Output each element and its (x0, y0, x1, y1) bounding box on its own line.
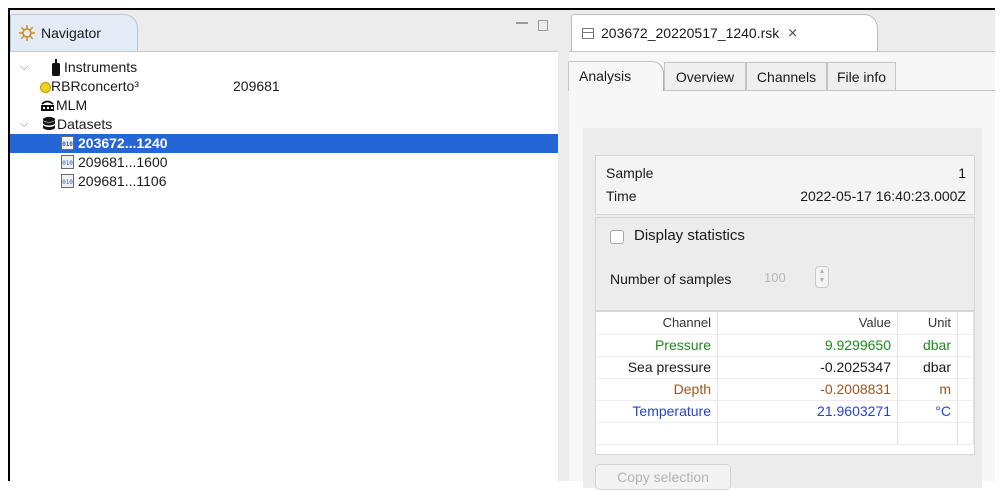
table-row[interactable]: Temperature 21.9603271 °C (596, 401, 974, 423)
tree-item-label: RBRconcerto³ (51, 78, 139, 94)
cell-spacer (958, 357, 974, 378)
display-statistics-label[interactable]: Display statistics (634, 227, 745, 244)
binary-file-icon: 010 (61, 136, 74, 150)
cell-value: 21.9603271 (718, 401, 898, 422)
cell-spacer (958, 379, 974, 400)
cell-empty (898, 423, 958, 444)
editor-body: Analysis Overview Channels File info Sam… (568, 52, 995, 490)
document-icon (582, 27, 594, 39)
cell-channel: Pressure (596, 335, 718, 356)
display-statistics-checkbox[interactable] (610, 230, 624, 244)
cell-value: -0.2008831 (718, 379, 898, 400)
header-value[interactable]: Value (718, 312, 898, 334)
sample-value: 1 (958, 165, 966, 181)
tree-item-dataset-2[interactable]: 010 209681...1600 (10, 153, 558, 172)
database-icon (43, 117, 55, 130)
chevron-down-icon[interactable]: ▼ (819, 277, 826, 284)
time-value: 2022-05-17 16:40:23.000Z (800, 188, 966, 204)
header-spacer (958, 312, 974, 334)
sample-label: Sample (606, 165, 654, 181)
editor-header: 203672_20220517_1240.rsk ⨯ (569, 10, 995, 52)
table-row-empty (596, 423, 974, 445)
navigator-header: Navigator (10, 10, 558, 52)
chevron-up-icon[interactable]: ▲ (819, 268, 826, 275)
tree-item-label: MLM (56, 97, 88, 113)
cell-empty (596, 423, 718, 444)
cell-empty (958, 423, 974, 444)
analysis-panel: Sample 1 Time 2022-05-17 16:40:23.000Z D… (583, 128, 982, 490)
statistics-box: Display statistics Number of samples 100… (595, 217, 975, 311)
close-icon[interactable]: ⨯ (787, 25, 798, 41)
tab-overview[interactable]: Overview (664, 62, 746, 90)
tree-item-dataset-3[interactable]: 010 209681...1106 (10, 172, 558, 191)
tree-item-label: 203672...1240 (78, 135, 168, 151)
tree-item-label: Datasets (57, 116, 113, 132)
status-dot-icon (40, 82, 51, 93)
minimize-icon[interactable] (516, 22, 528, 30)
cell-channel: Sea pressure (596, 357, 718, 378)
cell-value: -0.2025347 (718, 357, 898, 378)
table-row[interactable]: Depth -0.2008831 m (596, 379, 974, 401)
tab-navigator[interactable]: Navigator (10, 14, 138, 51)
cell-spacer (958, 401, 974, 422)
cell-unit: °C (898, 401, 958, 422)
navigator-pane: Navigator ⌵ Instruments RBRconcerto³ 209… (10, 10, 559, 481)
cell-channel: Temperature (596, 401, 718, 422)
cell-value: 9.9299650 (718, 335, 898, 356)
sample-info-box: Sample 1 Time 2022-05-17 16:40:23.000Z (595, 155, 975, 215)
number-of-samples-stepper[interactable]: ▲ ▼ (815, 266, 829, 288)
chevron-down-icon[interactable]: ⌵ (20, 62, 30, 73)
cell-channel: Depth (596, 379, 718, 400)
tree-item-dataset-1[interactable]: 010 203672...1240 (10, 134, 558, 153)
sample-row: Sample 1 (606, 162, 966, 184)
cell-unit: m (898, 379, 958, 400)
navigator-tree: ⌵ Instruments RBRconcerto³ 209681 MLM ⌵ (10, 58, 558, 191)
chevron-down-icon[interactable]: ⌵ (20, 119, 30, 130)
navigator-tab-label: Navigator (41, 25, 101, 41)
cell-unit: dbar (898, 335, 958, 356)
binary-file-icon: 010 (61, 155, 74, 169)
cell-empty (718, 423, 898, 444)
tab-channels[interactable]: Channels (746, 62, 827, 90)
copy-selection-button[interactable]: Copy selection (595, 464, 731, 490)
table-header: Channel Value Unit (596, 312, 974, 335)
number-of-samples-input[interactable]: 100 (760, 269, 808, 287)
time-label: Time (606, 188, 637, 204)
file-tab-label: 203672_20220517_1240.rsk (601, 25, 780, 41)
tree-item-mlm[interactable]: MLM (10, 96, 558, 115)
tree-item-rbrconcerto[interactable]: RBRconcerto³ 209681 (10, 77, 558, 96)
binary-file-icon: 010 (61, 174, 74, 188)
tab-analysis[interactable]: Analysis (568, 61, 664, 91)
tab-file[interactable]: 203672_20220517_1240.rsk ⨯ (571, 14, 878, 51)
maximize-icon[interactable] (538, 20, 548, 31)
time-row: Time 2022-05-17 16:40:23.000Z (606, 185, 966, 207)
table-row[interactable]: Sea pressure -0.2025347 dbar (596, 357, 974, 379)
mlm-icon (41, 100, 54, 111)
tree-item-label: Instruments (64, 59, 138, 75)
tree-item-label: 209681...1600 (78, 154, 168, 170)
header-unit[interactable]: Unit (898, 312, 958, 334)
tab-file-info[interactable]: File info (827, 62, 896, 90)
table-row[interactable]: Pressure 9.9299650 dbar (596, 335, 974, 357)
number-of-samples-label: Number of samples (610, 271, 732, 287)
tree-item-datasets[interactable]: ⌵ Datasets (10, 115, 558, 134)
editor-pane: 203672_20220517_1240.rsk ⨯ Analysis Over… (568, 10, 995, 490)
compass-icon (19, 25, 35, 41)
editor-sub-tabs: Analysis Overview Channels File info (568, 60, 995, 91)
instrument-icon (52, 59, 60, 76)
channel-table: Channel Value Unit Pressure 9.9299650 db… (595, 311, 975, 455)
tree-item-instruments[interactable]: ⌵ Instruments (10, 58, 558, 77)
cell-unit: dbar (898, 357, 958, 378)
tree-item-label: 209681...1106 (78, 173, 167, 189)
cell-spacer (958, 335, 974, 356)
header-channel[interactable]: Channel (596, 312, 718, 334)
tree-item-serial: 209681 (233, 78, 280, 94)
